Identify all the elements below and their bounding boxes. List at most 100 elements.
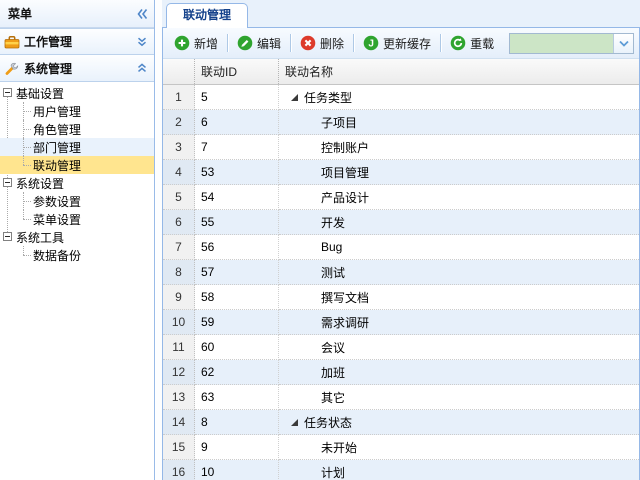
linkage-name-cell: 会议: [279, 335, 639, 360]
toolbox-icon: [4, 34, 20, 50]
linkage-name-label: 计划: [321, 465, 346, 480]
linkage-name-label: 子项目: [321, 115, 358, 130]
table-row[interactable]: 3 7 控制账户: [163, 135, 639, 160]
column-header-linkage-id[interactable]: 联动ID: [195, 59, 279, 84]
linkage-id-cell: 9: [195, 435, 279, 460]
tabstrip: 联动管理: [162, 0, 640, 28]
row-number-cell: 14: [163, 410, 195, 435]
collapse-node-icon[interactable]: [3, 232, 12, 241]
collapse-sidebar-icon[interactable]: [135, 8, 148, 20]
table-row[interactable]: 4 53 项目管理: [163, 160, 639, 185]
row-number-cell: 11: [163, 335, 195, 360]
tree-item-label: 系统工具: [16, 230, 65, 245]
table-row[interactable]: 9 58 撰写文档: [163, 285, 639, 310]
tree-item[interactable]: 参数设置: [0, 192, 154, 210]
edit-icon: [237, 35, 253, 51]
row-number-cell: 9: [163, 285, 195, 310]
tree-expand-icon[interactable]: [291, 93, 298, 101]
table-row[interactable]: 1 5 任务类型: [163, 85, 639, 110]
linkage-name-label: 加班: [321, 365, 346, 380]
row-number-cell: 8: [163, 260, 195, 285]
table-row[interactable]: 11 60 会议: [163, 335, 639, 360]
edit-button[interactable]: 编辑: [230, 32, 288, 55]
tree-item[interactable]: 角色管理: [0, 120, 154, 138]
linkage-id-cell: 55: [195, 210, 279, 235]
table-row[interactable]: 16 10 计划: [163, 460, 639, 480]
table-row[interactable]: 5 54 产品设计: [163, 185, 639, 210]
table-row[interactable]: 12 62 加班: [163, 360, 639, 385]
delete-button-label: 删除: [320, 36, 345, 51]
row-number-cell: 5: [163, 185, 195, 210]
linkage-name-label: 开发: [321, 215, 346, 230]
linkage-name-cell: 产品设计: [279, 185, 639, 210]
reload-button-label: 重载: [470, 36, 495, 51]
linkage-id-cell: 58: [195, 285, 279, 310]
reload-button[interactable]: 重载: [443, 32, 501, 55]
tree-item[interactable]: 用户管理: [0, 102, 154, 120]
tree-item[interactable]: 数据备份: [0, 246, 154, 264]
accordion-work-management[interactable]: 工作管理: [0, 28, 154, 55]
row-number-cell: 4: [163, 160, 195, 185]
linkage-name-cell: 测试: [279, 260, 639, 285]
cache-combobox[interactable]: [509, 33, 634, 54]
tree-item-label: 联动管理: [33, 158, 82, 173]
linkage-name-cell: 项目管理: [279, 160, 639, 185]
linkage-name-cell: 开发: [279, 210, 639, 235]
linkage-id-cell: 56: [195, 235, 279, 260]
linkage-name-label: 其它: [321, 390, 346, 405]
tree-item[interactable]: 系统工具: [0, 228, 154, 246]
table-row[interactable]: 14 8 任务状态: [163, 410, 639, 435]
tree-item[interactable]: 联动管理: [0, 156, 154, 174]
tree-item-label: 菜单设置: [33, 212, 82, 227]
linkage-name-cell: 任务类型: [279, 85, 639, 110]
linkage-id-cell: 59: [195, 310, 279, 335]
row-number-cell: 10: [163, 310, 195, 335]
chevron-double-down-icon: [136, 36, 148, 48]
table-row[interactable]: 10 59 需求调研: [163, 310, 639, 335]
table-row[interactable]: 6 55 开发: [163, 210, 639, 235]
table-row[interactable]: 13 63 其它: [163, 385, 639, 410]
tree-item[interactable]: 基础设置: [0, 84, 154, 102]
delete-icon: [300, 35, 316, 51]
linkage-id-cell: 7: [195, 135, 279, 160]
toolbar-separator: [353, 34, 355, 52]
sidebar-tree: 基础设置 用户管理 角色管理部门管理联动管理 系统设置 参数设置菜单设置系统工具 数据备份: [0, 82, 154, 264]
tab-linkage-management[interactable]: 联动管理: [166, 3, 249, 28]
linkage-name-label: 会议: [321, 340, 346, 355]
linkage-id-cell: 5: [195, 85, 279, 110]
table-row[interactable]: 15 9 未开始: [163, 435, 639, 460]
table-row[interactable]: 7 56 Bug: [163, 235, 639, 260]
wrench-icon: [4, 60, 20, 76]
toolbar-separator: [227, 34, 229, 52]
tab-label: 联动管理: [183, 8, 232, 22]
column-header-linkage-name[interactable]: 联动名称: [279, 59, 639, 84]
linkage-name-label: 需求调研: [321, 315, 370, 330]
linkage-name-label: 未开始: [321, 440, 358, 455]
collapse-node-icon[interactable]: [3, 178, 12, 187]
chevron-down-icon[interactable]: [613, 34, 633, 53]
row-number-cell: 1: [163, 85, 195, 110]
tree-expand-icon[interactable]: [291, 418, 298, 426]
accordion-system-management[interactable]: 系统管理: [0, 55, 154, 82]
toolbar: 新增 编辑 删除 J 更新缓存 重载: [163, 28, 639, 59]
linkage-id-cell: 6: [195, 110, 279, 135]
table-row[interactable]: 8 57 测试: [163, 260, 639, 285]
delete-button[interactable]: 删除: [293, 32, 351, 55]
column-header-rownum: [163, 59, 195, 84]
add-button[interactable]: 新增: [167, 32, 225, 55]
main-panel: 联动管理 新增 编辑 删除 J 更新缓存 重载 联动ID 联动名称 1 5 任务…: [162, 0, 640, 480]
linkage-name-cell: 计划: [279, 460, 639, 480]
accordion-label: 系统管理: [24, 61, 73, 76]
tree-item[interactable]: 部门管理: [0, 138, 154, 156]
reload-icon: [450, 35, 466, 51]
update-cache-button[interactable]: J 更新缓存: [356, 32, 438, 55]
tree-item-label: 部门管理: [33, 140, 82, 155]
tree-item[interactable]: 菜单设置: [0, 210, 154, 228]
table-row[interactable]: 2 6 子项目: [163, 110, 639, 135]
collapse-node-icon[interactable]: [3, 88, 12, 97]
linkage-name-label: 任务类型: [304, 90, 353, 105]
linkage-name-cell: 子项目: [279, 110, 639, 135]
sidebar-title: 菜单: [8, 7, 33, 21]
tree-item[interactable]: 系统设置: [0, 174, 154, 192]
linkage-name-cell: 未开始: [279, 435, 639, 460]
